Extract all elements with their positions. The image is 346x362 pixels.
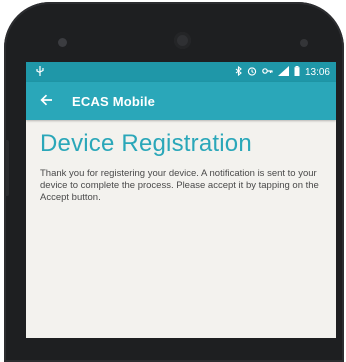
- page-title: Device Registration: [40, 130, 252, 157]
- battery-icon: [294, 65, 300, 79]
- status-bar: 13:06: [26, 62, 336, 82]
- signal-icon: [277, 65, 289, 79]
- front-camera: [174, 32, 191, 49]
- bluetooth-icon: [235, 65, 242, 79]
- status-icons: 13:06: [235, 65, 330, 79]
- screen: 13:06 ECAS Mobile Device Registration Th…: [26, 62, 336, 338]
- usb-icon: [36, 65, 44, 79]
- app-title: ECAS Mobile: [72, 93, 156, 109]
- proximity-sensor: [300, 39, 308, 47]
- vpn-key-icon: [262, 67, 273, 78]
- app-bar: ECAS Mobile: [26, 82, 336, 120]
- content-area: Device Registration Thank you for regist…: [26, 120, 336, 204]
- arrow-left-icon[interactable]: [40, 94, 58, 109]
- earpiece: [58, 38, 67, 47]
- side-button: [4, 140, 9, 196]
- status-time: 13:06: [304, 66, 330, 78]
- alarm-icon: [247, 66, 257, 79]
- phone-frame: 13:06 ECAS Mobile Device Registration Th…: [4, 2, 344, 362]
- registration-message: Thank you for registering your device. A…: [40, 168, 319, 203]
